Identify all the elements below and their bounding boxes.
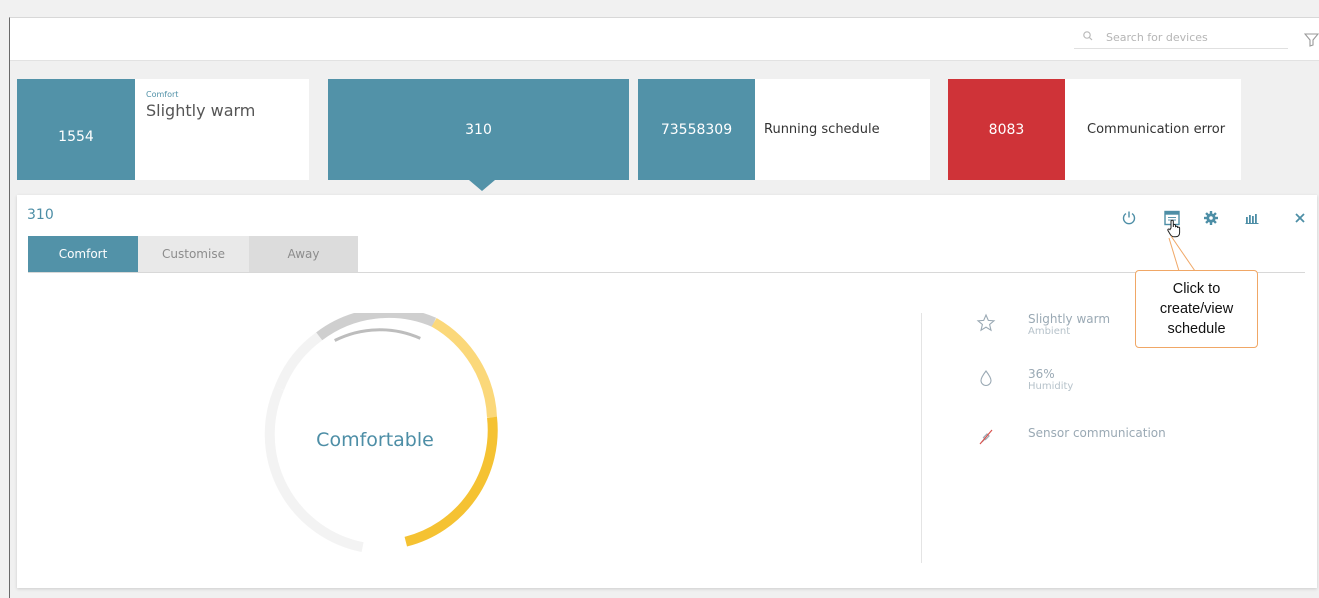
device-id: 1554 (17, 79, 135, 180)
device-tile-310[interactable]: 310 (328, 79, 629, 180)
humidity-info: 36% Humidity (975, 367, 1073, 392)
power-icon[interactable] (1118, 207, 1140, 229)
device-status: Slightly warm (146, 101, 256, 120)
sensor-status: Sensor communication (1028, 426, 1166, 440)
tab-away[interactable]: Away (249, 236, 358, 272)
device-status: Communication error (1087, 122, 1226, 137)
callout-line-1: Click to (1172, 281, 1221, 297)
schedule-callout: Click to create/view schedule (1135, 270, 1258, 348)
search-icon (1080, 28, 1098, 46)
device-category: Comfort (146, 90, 179, 99)
gauge-track (264, 386, 364, 553)
panel-title: 310 (27, 207, 54, 223)
selected-tile-pointer (469, 180, 495, 191)
gauge-segment-grey (316, 313, 437, 341)
ambient-label: Ambient (1028, 326, 1071, 337)
device-id: 310 (328, 79, 629, 180)
device-detail-panel: 310 Comfort Customise Away Comfortable S… (17, 195, 1317, 588)
gauge-segment-light (431, 317, 497, 418)
device-status: Running schedule (764, 122, 880, 137)
sensor-info: Sensor communication (975, 426, 1166, 448)
cursor-hand-icon (1166, 219, 1182, 239)
gauge-needle-arc (334, 328, 421, 342)
comfort-status: Comfortable (316, 429, 434, 451)
close-icon[interactable] (1289, 207, 1311, 229)
panel-divider (921, 313, 922, 563)
sensor-off-icon (975, 426, 997, 448)
humidity-value: 36% (1028, 367, 1055, 381)
droplet-icon (975, 367, 997, 389)
gauge-track (274, 332, 323, 391)
gear-icon[interactable] (1200, 207, 1222, 229)
search-box[interactable]: Search for devices (1074, 26, 1288, 49)
device-id: 73558309 (638, 79, 755, 180)
filter-icon[interactable] (1303, 28, 1319, 50)
ambient-info: Slightly warm Ambient (975, 312, 1110, 337)
tab-customise[interactable]: Customise (138, 236, 249, 272)
device-tile-73558309[interactable]: 73558309 Running schedule (638, 79, 930, 180)
humidity-label: Humidity (1028, 381, 1074, 392)
device-tile-8083[interactable]: 8083 Communication error (948, 79, 1241, 180)
tab-underline (28, 272, 1305, 273)
chart-icon[interactable] (1241, 207, 1263, 229)
ambient-value: Slightly warm (1028, 312, 1111, 326)
star-icon (975, 312, 997, 334)
device-id: 8083 (948, 79, 1065, 180)
mode-tabs: Comfort Customise Away (28, 236, 358, 272)
device-tile-1554[interactable]: 1554 Comfort Slightly warm (17, 79, 309, 180)
callout-line-2: create/view (1159, 301, 1234, 317)
callout-line-3: schedule (1167, 321, 1226, 337)
search-input[interactable]: Search for devices (1106, 31, 1208, 44)
tab-comfort[interactable]: Comfort (28, 236, 138, 272)
